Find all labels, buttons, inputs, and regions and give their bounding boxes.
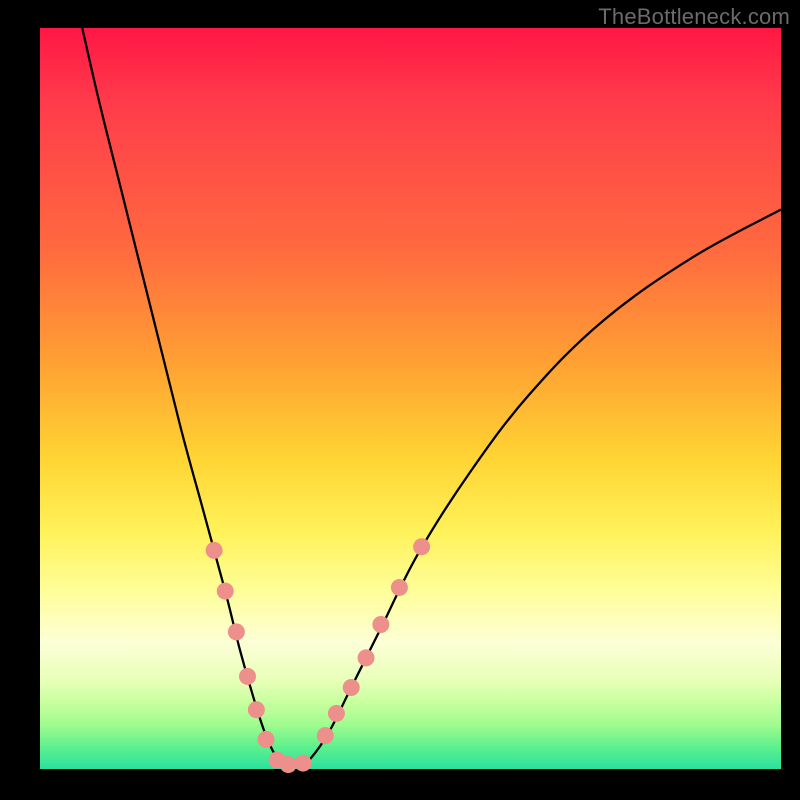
- markers-left-cluster: [206, 542, 275, 748]
- estimate-marker: [372, 616, 389, 633]
- estimate-marker: [295, 755, 312, 772]
- estimate-marker: [317, 727, 334, 744]
- estimate-marker: [217, 583, 234, 600]
- markers-bottom-cluster: [269, 752, 312, 773]
- estimate-marker: [413, 538, 430, 555]
- watermark-text: TheBottleneck.com: [598, 4, 790, 30]
- estimate-marker: [328, 705, 345, 722]
- estimate-marker: [391, 579, 408, 596]
- estimate-marker: [206, 542, 223, 559]
- plot-area: [40, 28, 781, 769]
- estimate-marker: [248, 701, 265, 718]
- estimate-marker: [358, 649, 375, 666]
- estimate-marker: [239, 668, 256, 685]
- estimate-marker: [228, 623, 245, 640]
- bottleneck-curve: [82, 28, 781, 767]
- chart-frame: TheBottleneck.com: [0, 0, 800, 800]
- chart-svg: [40, 28, 781, 769]
- estimate-marker: [280, 756, 297, 773]
- estimate-marker: [258, 731, 275, 748]
- estimate-marker: [343, 679, 360, 696]
